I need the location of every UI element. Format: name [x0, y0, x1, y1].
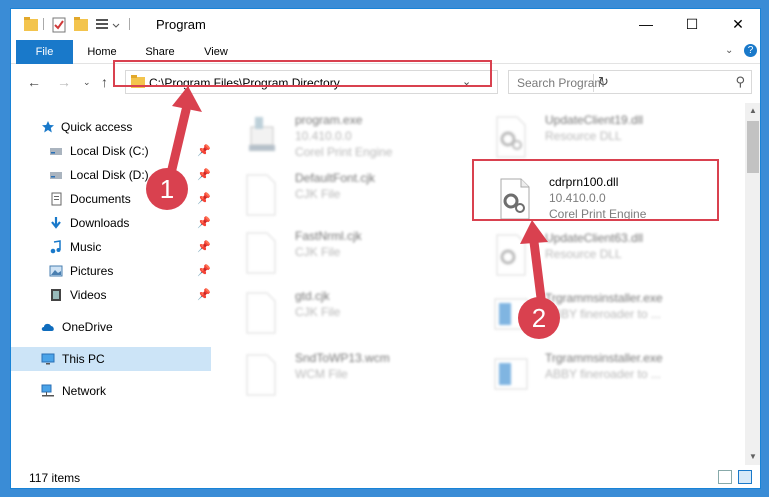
nav-item-network[interactable]: Network: [11, 379, 211, 403]
videos-icon: [51, 289, 61, 301]
scroll-thumb[interactable]: [747, 121, 759, 173]
file-type: WCM File: [295, 367, 348, 381]
details-view-icon[interactable]: [718, 470, 732, 484]
nav-label: OneDrive: [62, 320, 113, 334]
nav-label: Downloads: [70, 216, 130, 230]
list-item[interactable]: SndToWP13.wcm WCM File: [229, 347, 469, 403]
scroll-up-icon[interactable]: ▲: [745, 103, 760, 119]
pictures-icon: [49, 265, 63, 277]
vertical-scrollbar[interactable]: ▲ ▼: [745, 103, 760, 465]
file-name: gtd.cjk: [295, 289, 330, 303]
forward-button[interactable]: →: [57, 74, 71, 90]
minimize-button[interactable]: —: [623, 9, 669, 40]
nav-label: Local Disk (D:): [70, 168, 149, 182]
nav-item-pictures[interactable]: Pictures 📌: [11, 259, 211, 283]
list-item[interactable]: FastNrml.cjk CJK File: [229, 225, 469, 281]
item-count: 117 items: [29, 471, 81, 485]
blank-file-icon: [246, 232, 276, 274]
download-icon: [51, 217, 61, 229]
nav-item-this-pc[interactable]: This PC: [11, 347, 211, 371]
music-icon: [50, 240, 61, 254]
list-item[interactable]: UpdateClient19.dll Resource DLL: [479, 109, 719, 165]
pin-icon[interactable]: 📌: [197, 235, 211, 259]
file-name: UpdateClient19.dll: [545, 113, 644, 127]
file-type: CJK File: [295, 187, 341, 201]
nav-item-music[interactable]: Music 📌: [11, 235, 211, 259]
callout-badge-1: 1: [146, 168, 188, 210]
window-title: Program: [156, 17, 206, 32]
list-item[interactable]: gtd.cjk CJK File: [229, 285, 469, 341]
file-list: program.exe 10.410.0.0 Corel Print Engin…: [219, 103, 739, 465]
pc-icon: [41, 353, 55, 365]
file-name: program.exe: [295, 113, 363, 127]
nav-label: Music: [70, 240, 102, 254]
nav-label: This PC: [62, 352, 105, 366]
ribbon-expand-icon[interactable]: ⌄: [725, 45, 733, 56]
new-folder-icon[interactable]: [73, 15, 89, 35]
nav-label: Videos: [70, 288, 107, 302]
network-icon: [41, 384, 54, 397]
blank-file-icon: [246, 292, 276, 334]
maximize-button[interactable]: ☐: [669, 9, 715, 40]
exe-icon: [249, 117, 275, 151]
pin-icon[interactable]: 📌: [197, 283, 211, 307]
file-type: CJK File: [295, 245, 341, 259]
dll-icon: [496, 116, 526, 158]
blank-file-icon: [246, 174, 276, 216]
recent-locations-icon[interactable]: ⌄: [83, 77, 91, 88]
drive-icon: [50, 148, 62, 155]
nav-label: Pictures: [70, 264, 114, 278]
search-icon[interactable]: ⚲: [735, 74, 745, 90]
file-name: SndToWP13.wcm: [295, 351, 390, 365]
large-icons-view-icon[interactable]: [738, 470, 752, 484]
nav-item-videos[interactable]: Videos 📌: [11, 283, 211, 307]
list-item[interactable]: Trgrammsinstaller.exe ABBY fineroader to…: [479, 347, 719, 403]
customize-toolbar-icon[interactable]: [95, 15, 121, 35]
file-type: CJK File: [295, 305, 341, 319]
file-version: 10.410.0.0: [295, 129, 352, 143]
file-highlight-box: [472, 159, 719, 221]
help-icon[interactable]: ?: [744, 44, 757, 57]
documents-icon: [51, 192, 62, 206]
nav-item-downloads[interactable]: Downloads 📌: [11, 211, 211, 235]
toolbar-separator: [43, 18, 44, 30]
list-item[interactable]: program.exe 10.410.0.0 Corel Print Engin…: [229, 109, 469, 165]
status-bar: 117 items: [11, 465, 760, 488]
installer-icon: [494, 358, 528, 390]
nav-label: Documents: [70, 192, 131, 206]
pin-icon[interactable]: 📌: [197, 259, 211, 283]
nav-label: Local Disk (C:): [70, 144, 149, 158]
tab-file[interactable]: File: [16, 40, 73, 64]
title-bar: Program — ☐ ✕: [11, 9, 760, 40]
list-item[interactable]: DefaultFont.cjk CJK File: [229, 167, 469, 223]
cloud-icon: [41, 323, 54, 331]
drive-icon: [50, 172, 62, 179]
scroll-down-icon[interactable]: ▼: [745, 449, 760, 465]
file-description: Corel Print Engine: [295, 145, 393, 159]
pin-icon[interactable]: 📌: [197, 211, 211, 235]
toolbar-separator: [129, 18, 130, 30]
file-name: DefaultFont.cjk: [295, 171, 376, 185]
nav-item-onedrive[interactable]: OneDrive: [11, 315, 211, 339]
file-type: Resource DLL: [545, 129, 622, 143]
search-placeholder[interactable]: Search Program: [517, 76, 604, 90]
nav-label: Quick access: [61, 120, 133, 134]
close-button[interactable]: ✕: [715, 9, 760, 40]
file-description: ABBY fineroader to ...: [545, 367, 661, 381]
callout-badge-2: 2: [518, 297, 560, 339]
back-button[interactable]: ←: [27, 74, 41, 90]
address-highlight-box: [113, 60, 492, 87]
folder-icon: [24, 17, 38, 31]
search-box[interactable]: Search Program ⚲: [508, 70, 752, 94]
properties-icon[interactable]: [51, 15, 67, 35]
blank-file-icon: [246, 354, 276, 396]
star-icon: [42, 121, 54, 133]
nav-label: Network: [62, 384, 107, 398]
up-button[interactable]: ↑: [101, 74, 108, 90]
file-name: Trgrammsinstaller.exe: [545, 351, 663, 365]
file-name: FastNrml.cjk: [295, 229, 362, 243]
